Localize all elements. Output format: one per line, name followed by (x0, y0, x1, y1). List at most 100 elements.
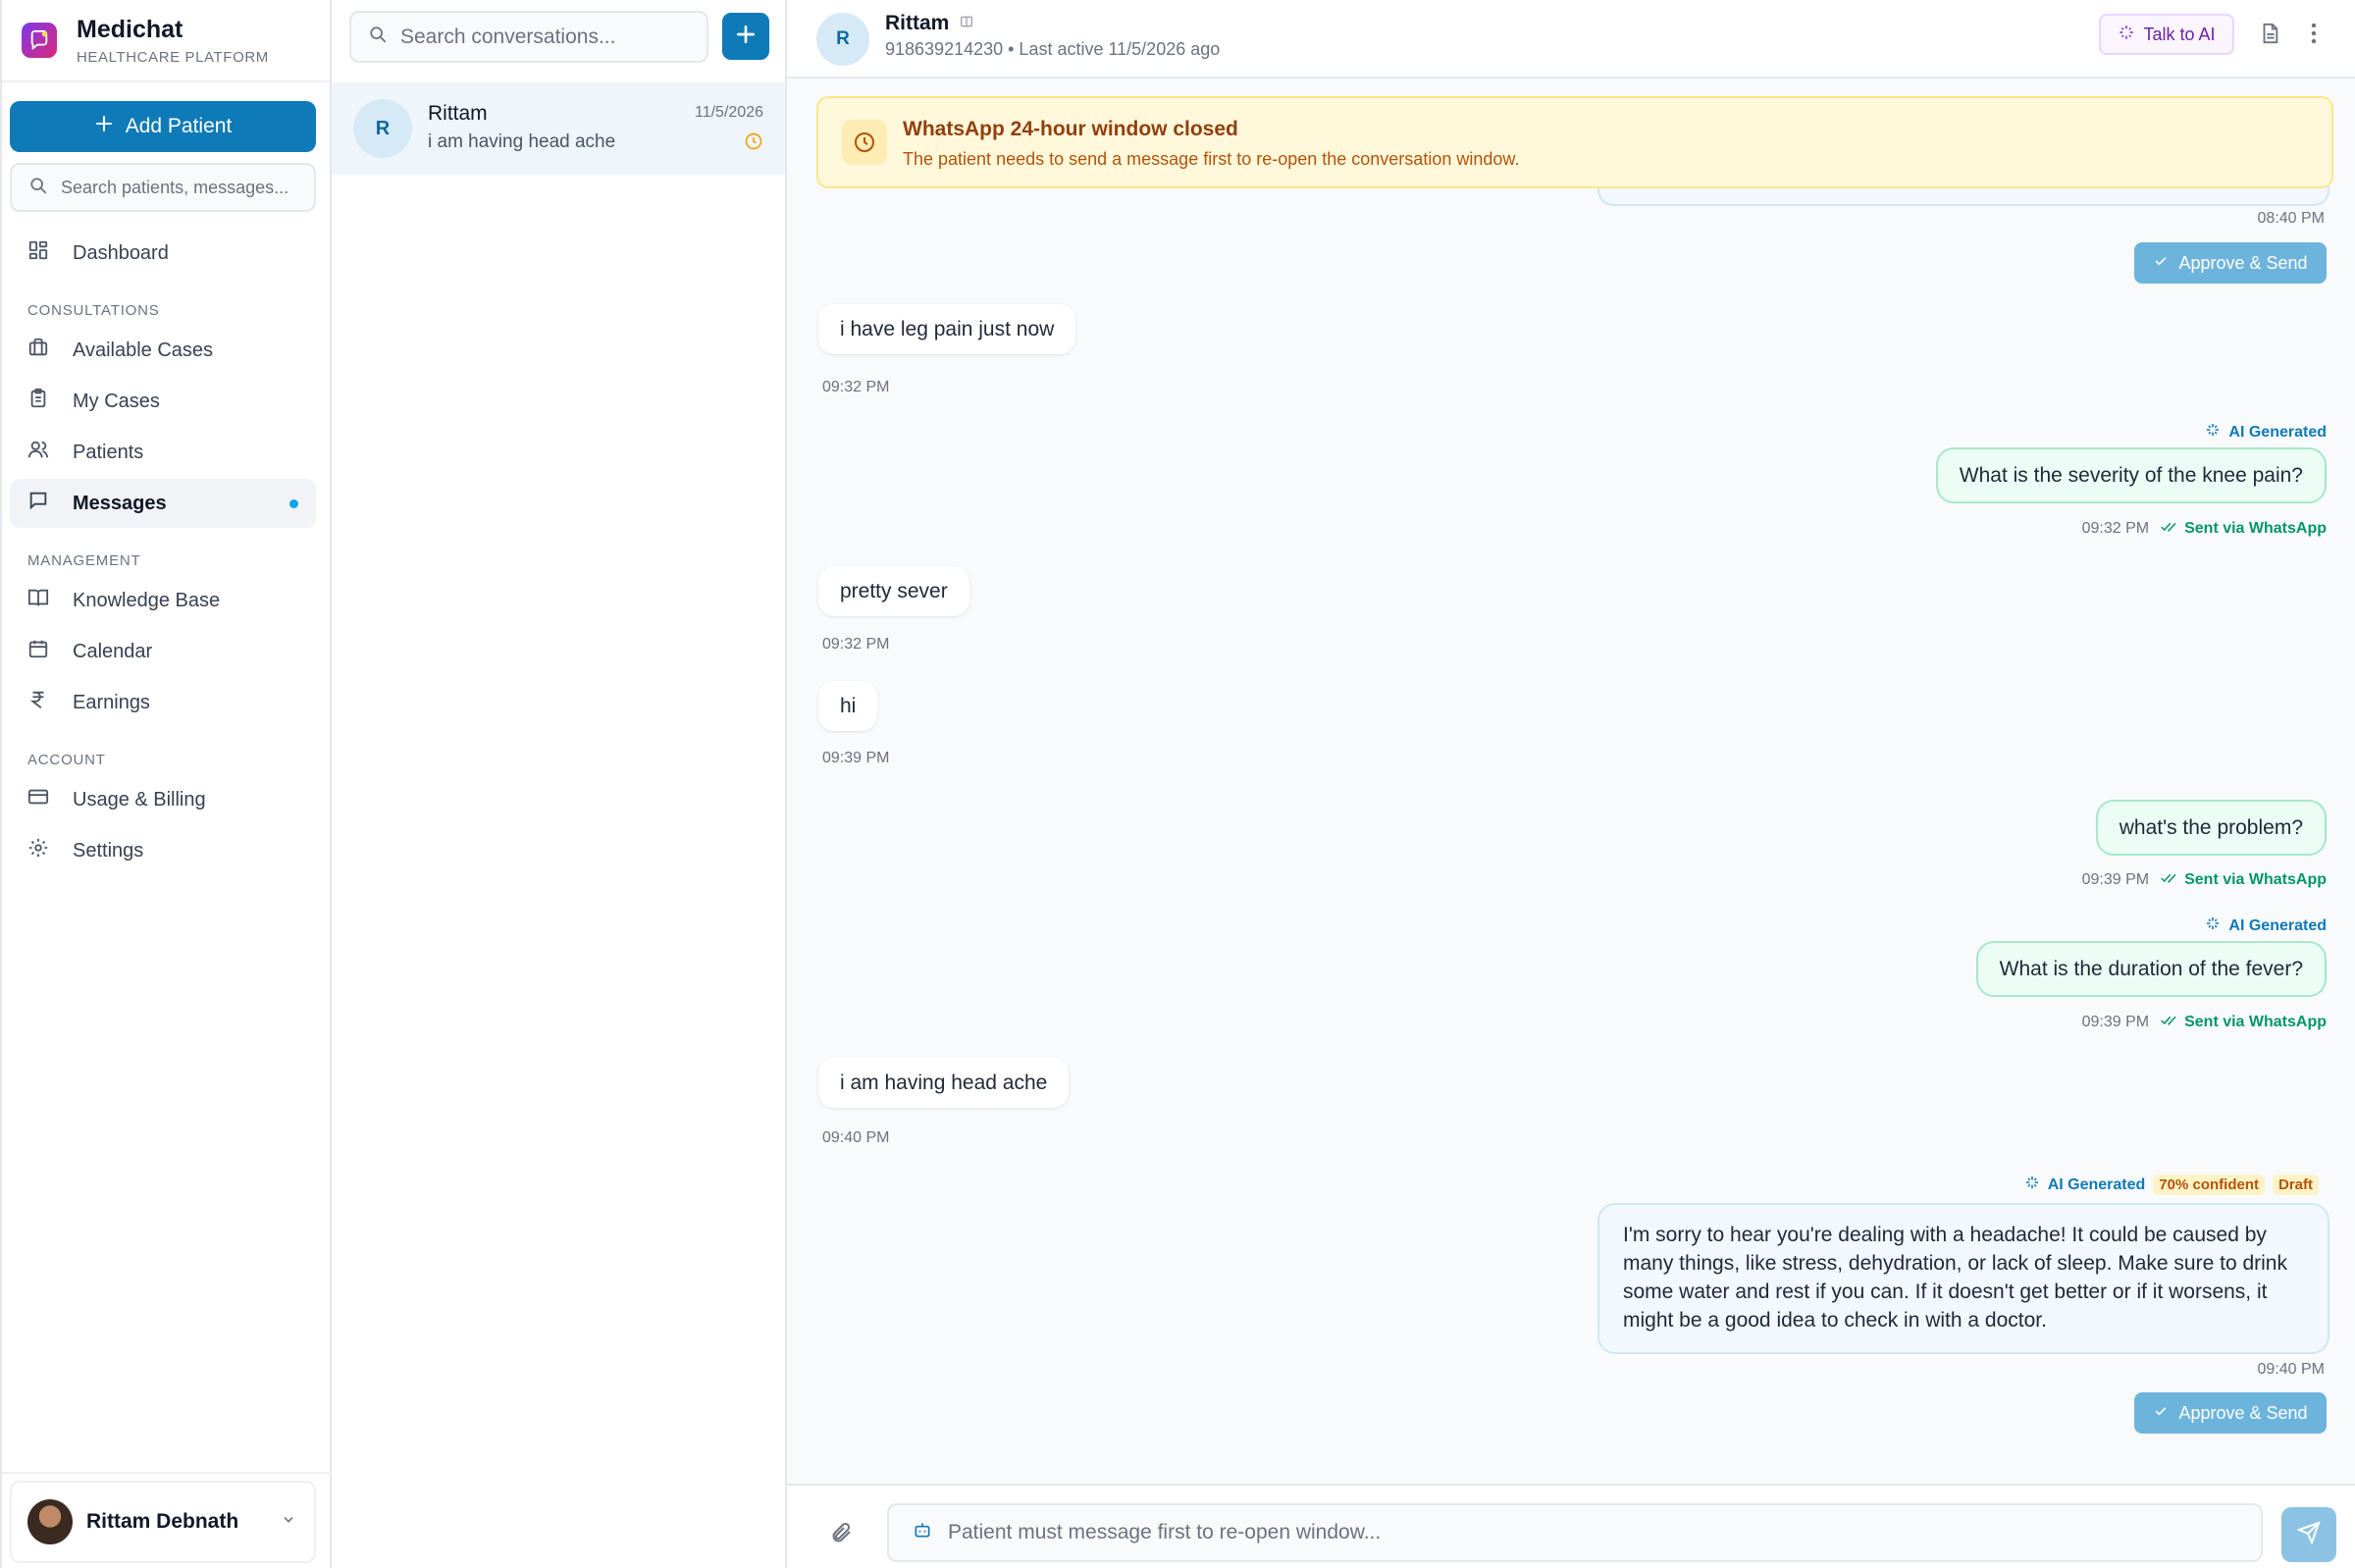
message-composer: Patient must message first to re-open wi… (787, 1484, 2355, 1568)
message-input-placeholder: Patient must message first to re-open wi… (948, 1521, 1382, 1543)
chat-contact-name: Rittam (885, 12, 974, 35)
chat-contact-subtitle: 918639214230 • Last active 11/5/2026 ago (885, 39, 1221, 59)
plus-icon (735, 24, 757, 50)
check-icon (2153, 253, 2169, 274)
bot-icon (913, 1520, 932, 1545)
sidebar-search-input[interactable]: Search patients, messages... (10, 163, 316, 212)
talk-to-ai-button[interactable]: Talk to AI (2099, 14, 2234, 55)
sidebar-item-knowledge-base[interactable]: Knowledge Base (10, 576, 316, 625)
sent-label: Sent via WhatsApp (2184, 520, 2327, 537)
brand-header: Medichat HEALTHCARE PLATFORM (2, 0, 330, 82)
section-consultations: CONSULTATIONS (27, 302, 160, 319)
sidebar: Medichat HEALTHCARE PLATFORM Add Patient… (0, 0, 332, 1568)
double-check-icon (2161, 520, 2178, 538)
chat-header: R Rittam 918639214230 • Last active 11/5… (787, 0, 2355, 78)
message-input[interactable]: Patient must message first to re-open wi… (887, 1503, 2263, 1562)
credit-card-icon (27, 786, 49, 813)
message-icon (27, 490, 49, 517)
section-account: ACCOUNT (27, 752, 106, 768)
sidebar-item-label: Patients (73, 441, 144, 463)
sidebar-item-usage-billing[interactable]: Usage & Billing (10, 775, 316, 824)
sparkle-icon (2205, 422, 2221, 443)
section-management: MANAGEMENT (27, 552, 141, 569)
conversation-date: 11/5/2026 (695, 104, 763, 121)
new-conversation-button[interactable] (722, 13, 769, 60)
outgoing-message: What is the duration of the fever? (1975, 941, 2327, 997)
briefcase-icon (27, 337, 49, 364)
search-icon (369, 26, 387, 49)
sparkle-icon (2118, 24, 2135, 46)
sidebar-item-earnings[interactable]: Earnings (10, 678, 316, 727)
conversation-search-placeholder: Search conversations... (400, 25, 616, 48)
sidebar-item-label: Calendar (73, 640, 153, 662)
chevron-down-icon (281, 1510, 296, 1534)
conversation-preview: i am having head ache (428, 131, 616, 152)
dashboard-icon (27, 239, 49, 267)
unread-dot (289, 499, 298, 508)
incoming-message: pretty sever (818, 566, 969, 616)
send-button[interactable] (2281, 1507, 2336, 1562)
message-time: 09:39 PM (2081, 871, 2150, 888)
sent-status: Sent via WhatsApp (2161, 1014, 2327, 1031)
plus-icon (94, 114, 114, 139)
sidebar-search-placeholder: Search patients, messages... (61, 177, 289, 197)
sparkle-icon (2024, 1175, 2040, 1195)
clock-icon (744, 131, 763, 156)
app-logo-icon (22, 23, 57, 58)
divider (2, 1472, 332, 1474)
banner-subtitle: The patient needs to send a message firs… (903, 149, 1520, 169)
sent-status: Sent via WhatsApp (2161, 520, 2327, 538)
conversation-search-input[interactable]: Search conversations... (349, 11, 708, 63)
ai-generated-tag: AI Generated 70% confident Draft (2024, 1175, 2319, 1195)
brand-subtitle: HEALTHCARE PLATFORM (77, 48, 269, 66)
calendar-icon (27, 638, 49, 665)
approve-send-label: Approve & Send (2178, 1402, 2308, 1423)
document-icon[interactable] (2259, 22, 2280, 50)
sidebar-item-available-cases[interactable]: Available Cases (10, 326, 316, 375)
sidebar-item-settings[interactable]: Settings (10, 826, 316, 875)
user-name: Rittam Debnath (86, 1510, 239, 1533)
draft-badge: Draft (2272, 1175, 2319, 1195)
sidebar-item-label: Dashboard (73, 241, 169, 264)
double-check-icon (2161, 871, 2178, 889)
book-icon (27, 587, 49, 614)
sidebar-item-messages[interactable]: Messages (10, 479, 316, 528)
paperclip-icon[interactable] (830, 1521, 854, 1549)
ai-draft-message: I'm sorry to hear you're dealing with a … (1597, 1203, 2329, 1354)
sidebar-item-patients[interactable]: Patients (10, 428, 316, 477)
ai-generated-label: AI Generated (2047, 1176, 2146, 1193)
confidence-badge: 70% confident (2153, 1175, 2265, 1195)
approve-send-button[interactable]: Approve & Send (2134, 1392, 2327, 1434)
sidebar-item-label: Earnings (73, 691, 150, 713)
ai-generated-tag: AI Generated (2205, 422, 2327, 443)
conversation-name: Rittam (428, 102, 488, 125)
message-time: 09:32 PM (2081, 520, 2150, 537)
conversation-list: Search conversations... R Rittam i am ha… (332, 0, 787, 1568)
add-patient-button[interactable]: Add Patient (10, 101, 316, 152)
sidebar-item-calendar[interactable]: Calendar (10, 627, 316, 676)
banner-title: WhatsApp 24-hour window closed (903, 118, 1238, 140)
add-patient-label: Add Patient (125, 115, 233, 137)
conversation-item[interactable]: R Rittam i am having head ache 11/5/2026 (332, 82, 785, 175)
user-menu[interactable]: Rittam Debnath (10, 1481, 316, 1563)
more-vertical-icon[interactable] (2310, 22, 2318, 50)
clipboard-icon (27, 388, 49, 415)
contact-name-text: Rittam (885, 12, 950, 34)
message-time: 09:32 PM (822, 636, 890, 653)
sidebar-item-my-cases[interactable]: My Cases (10, 377, 316, 426)
sidebar-item-label: My Cases (73, 390, 160, 412)
approve-send-button[interactable]: Approve & Send (2134, 242, 2327, 284)
message-meta: 09:39 PM Sent via WhatsApp (2082, 1014, 2327, 1031)
message-time: 09:39 PM (822, 750, 890, 766)
copy-icon[interactable] (959, 12, 974, 35)
avatar: R (816, 13, 869, 66)
sidebar-item-dashboard[interactable]: Dashboard (10, 229, 316, 278)
sent-label: Sent via WhatsApp (2184, 1014, 2327, 1030)
send-icon (2296, 1520, 2321, 1549)
avatar: R (353, 99, 412, 158)
ai-generated-label: AI Generated (2228, 916, 2327, 934)
sidebar-item-label: Messages (73, 492, 167, 514)
incoming-message: i have leg pain just now (818, 304, 1076, 354)
message-time: 09:40 PM (822, 1129, 890, 1146)
message-time: 08:40 PM (2257, 210, 2325, 227)
